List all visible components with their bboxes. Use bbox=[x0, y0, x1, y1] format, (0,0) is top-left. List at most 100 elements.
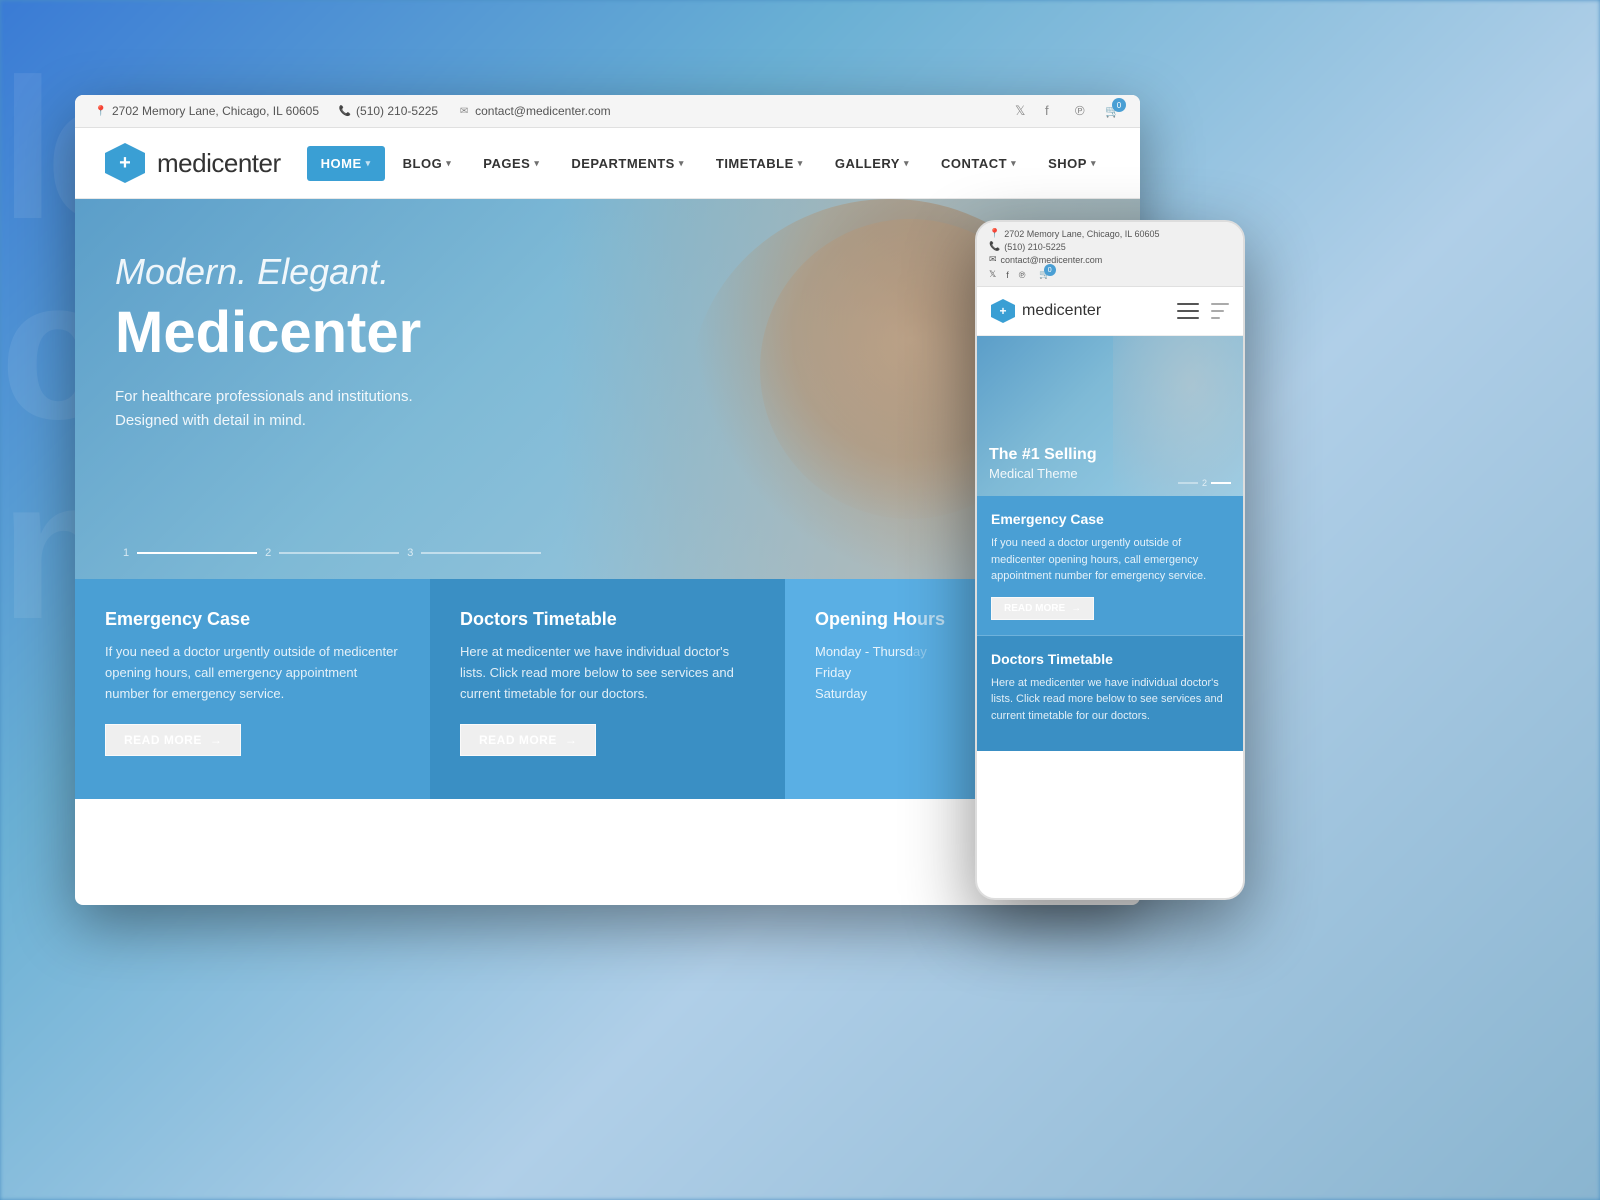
slide-num-2: 2 bbox=[257, 547, 279, 559]
mobile-emergency-title: Emergency Case bbox=[991, 511, 1229, 527]
mobile-twitter-icon[interactable]: 𝕏 bbox=[989, 269, 996, 280]
nav-home[interactable]: HOME ▾ bbox=[307, 146, 385, 181]
mobile-cart-badge: 0 bbox=[1044, 264, 1056, 276]
mobile-emergency-text: If you need a doctor urgently outside of… bbox=[991, 535, 1229, 585]
slide-line-2[interactable] bbox=[279, 552, 399, 554]
mobile-nav: + medicenter bbox=[977, 287, 1243, 336]
mobile-slide-dot-2[interactable] bbox=[1211, 482, 1231, 484]
email-text: contact@medicenter.com bbox=[475, 104, 611, 118]
mobile-email-item: ✉ contact@medicenter.com bbox=[989, 254, 1231, 265]
mobile-arrow-icon: → bbox=[1071, 603, 1081, 614]
nav-pages[interactable]: PAGES ▾ bbox=[469, 146, 553, 181]
address-text: 2702 Memory Lane, Chicago, IL 60605 bbox=[112, 104, 319, 118]
mobile-hero: The #1 Selling Medical Theme 2 bbox=[977, 336, 1243, 496]
contact-chevron: ▾ bbox=[1011, 158, 1016, 169]
nav-contact[interactable]: CONTACT ▾ bbox=[927, 146, 1030, 181]
mobile-slide-num-2: 2 bbox=[1202, 478, 1207, 488]
mobile-device: 📍 2702 Memory Lane, Chicago, IL 60605 📞 … bbox=[975, 220, 1245, 900]
hamburger-line-1 bbox=[1177, 303, 1199, 305]
mobile-email-icon: ✉ bbox=[989, 254, 997, 265]
cart-badge: 0 bbox=[1112, 98, 1126, 112]
logo-text: medicenter bbox=[157, 148, 281, 179]
mobile-timetable-title: Doctors Timetable bbox=[991, 651, 1229, 667]
arrow-right-icon: → bbox=[210, 733, 223, 747]
logo-icon: + bbox=[105, 143, 145, 183]
slide-num-3: 3 bbox=[399, 547, 421, 559]
mobile-slide-dot-1[interactable] bbox=[1178, 482, 1198, 484]
mobile-location-icon: 📍 bbox=[989, 228, 1000, 239]
emergency-card: Emergency Case If you need a doctor urge… bbox=[75, 579, 430, 799]
hero-desc: For healthcare professionals and institu… bbox=[115, 385, 421, 433]
mobile-doctor-silhouette bbox=[1113, 336, 1243, 496]
pages-chevron: ▾ bbox=[534, 158, 539, 169]
slide-line-1[interactable] bbox=[137, 552, 257, 554]
timetable-card-text: Here at medicenter we have individual do… bbox=[460, 642, 755, 704]
location-icon: 📍 bbox=[95, 105, 107, 117]
logo: + medicenter bbox=[105, 143, 281, 183]
hamburger-line-3 bbox=[1177, 317, 1199, 319]
timetable-read-more-button[interactable]: READ MORE → bbox=[460, 724, 596, 756]
slider-nav: 1 2 3 bbox=[115, 547, 541, 559]
mobile-timetable-card: Doctors Timetable Here at medicenter we … bbox=[977, 636, 1243, 752]
nav-menu: HOME ▾ BLOG ▾ PAGES ▾ DEPARTMENTS ▾ TIME… bbox=[307, 146, 1110, 181]
phone-text: (510) 210-5225 bbox=[356, 104, 438, 118]
facebook-icon[interactable]: f bbox=[1045, 103, 1061, 119]
timetable-chevron: ▾ bbox=[798, 158, 803, 169]
mobile-hero-title: The #1 Selling bbox=[989, 445, 1097, 466]
arrow-right-icon-2: → bbox=[565, 733, 578, 747]
mobile-pinterest-icon[interactable]: ℗ bbox=[1019, 270, 1026, 280]
departments-chevron: ▾ bbox=[679, 158, 684, 169]
blog-chevron: ▾ bbox=[446, 158, 451, 169]
hero-content: Modern. Elegant. Medicenter For healthca… bbox=[115, 249, 421, 433]
hamburger-line-2 bbox=[1177, 310, 1199, 312]
gallery-chevron: ▾ bbox=[904, 158, 909, 169]
twitter-icon[interactable]: 𝕏 bbox=[1015, 103, 1031, 119]
mobile-address-text: 2702 Memory Lane, Chicago, IL 60605 bbox=[1004, 229, 1159, 239]
email-item: ✉ contact@medicenter.com bbox=[458, 104, 611, 118]
address-item: 📍 2702 Memory Lane, Chicago, IL 60605 bbox=[95, 104, 319, 118]
nav-gallery[interactable]: GALLERY ▾ bbox=[821, 146, 923, 181]
nav-departments[interactable]: DEPARTMENTS ▾ bbox=[557, 146, 698, 181]
phone-item: 📞 (510) 210-5225 bbox=[339, 104, 438, 118]
nav-shop[interactable]: SHOP ▾ bbox=[1034, 146, 1110, 181]
timetable-card: Doctors Timetable Here at medicenter we … bbox=[430, 579, 785, 799]
mobile-phone-icon: 📞 bbox=[989, 241, 1000, 252]
shop-chevron: ▾ bbox=[1091, 158, 1096, 169]
nav-timetable[interactable]: TIMETABLE ▾ bbox=[702, 146, 817, 181]
mobile-cart-wrap[interactable]: 🛒 0 bbox=[1039, 269, 1050, 280]
mobile-logo-icon: + bbox=[991, 299, 1015, 323]
emergency-card-text: If you need a doctor urgently outside of… bbox=[105, 642, 400, 704]
hamburger-menu-button[interactable] bbox=[1177, 303, 1199, 319]
nav-bar: + medicenter HOME ▾ BLOG ▾ PAGES ▾ DEPAR… bbox=[75, 128, 1140, 199]
home-chevron: ▾ bbox=[366, 158, 371, 169]
filter-icon[interactable] bbox=[1211, 303, 1229, 319]
email-icon: ✉ bbox=[458, 105, 470, 117]
mobile-address-item: 📍 2702 Memory Lane, Chicago, IL 60605 bbox=[989, 228, 1231, 239]
phone-icon: 📞 bbox=[339, 105, 351, 117]
mobile-timetable-text: Here at medicenter we have individual do… bbox=[991, 675, 1229, 725]
mobile-hero-subtitle: Medical Theme bbox=[989, 466, 1097, 481]
top-bar-right: 𝕏 f ℗ 🛒 0 bbox=[1015, 103, 1120, 119]
mobile-logo-text: medicenter bbox=[1022, 302, 1101, 320]
cart-icon-wrap[interactable]: 🛒 0 bbox=[1105, 104, 1120, 118]
timetable-card-title: Doctors Timetable bbox=[460, 609, 755, 630]
mobile-email-text: contact@medicenter.com bbox=[1001, 255, 1103, 265]
slide-num-1: 1 bbox=[115, 547, 137, 559]
pinterest-icon[interactable]: ℗ bbox=[1075, 103, 1091, 119]
mobile-phone-text: (510) 210-5225 bbox=[1004, 242, 1066, 252]
top-bar: 📍 2702 Memory Lane, Chicago, IL 60605 📞 … bbox=[75, 95, 1140, 128]
emergency-read-more-button[interactable]: READ MORE → bbox=[105, 724, 241, 756]
hero-subtitle: Modern. Elegant. bbox=[115, 249, 421, 296]
mobile-hero-content: The #1 Selling Medical Theme bbox=[989, 445, 1097, 481]
mobile-logo: + medicenter bbox=[991, 299, 1101, 323]
mobile-nav-icons bbox=[1177, 303, 1229, 319]
slide-line-3[interactable] bbox=[421, 552, 541, 554]
mobile-facebook-icon[interactable]: f bbox=[1006, 270, 1009, 280]
mobile-top-bar: 📍 2702 Memory Lane, Chicago, IL 60605 📞 … bbox=[977, 222, 1243, 287]
mobile-slider-nav: 2 bbox=[1178, 478, 1231, 488]
nav-blog[interactable]: BLOG ▾ bbox=[389, 146, 466, 181]
top-bar-left: 📍 2702 Memory Lane, Chicago, IL 60605 📞 … bbox=[95, 104, 611, 118]
mobile-emergency-read-more-button[interactable]: READ MORE → bbox=[991, 597, 1094, 620]
mobile-emergency-card: Emergency Case If you need a doctor urge… bbox=[977, 496, 1243, 636]
mobile-phone-item: 📞 (510) 210-5225 bbox=[989, 241, 1231, 252]
